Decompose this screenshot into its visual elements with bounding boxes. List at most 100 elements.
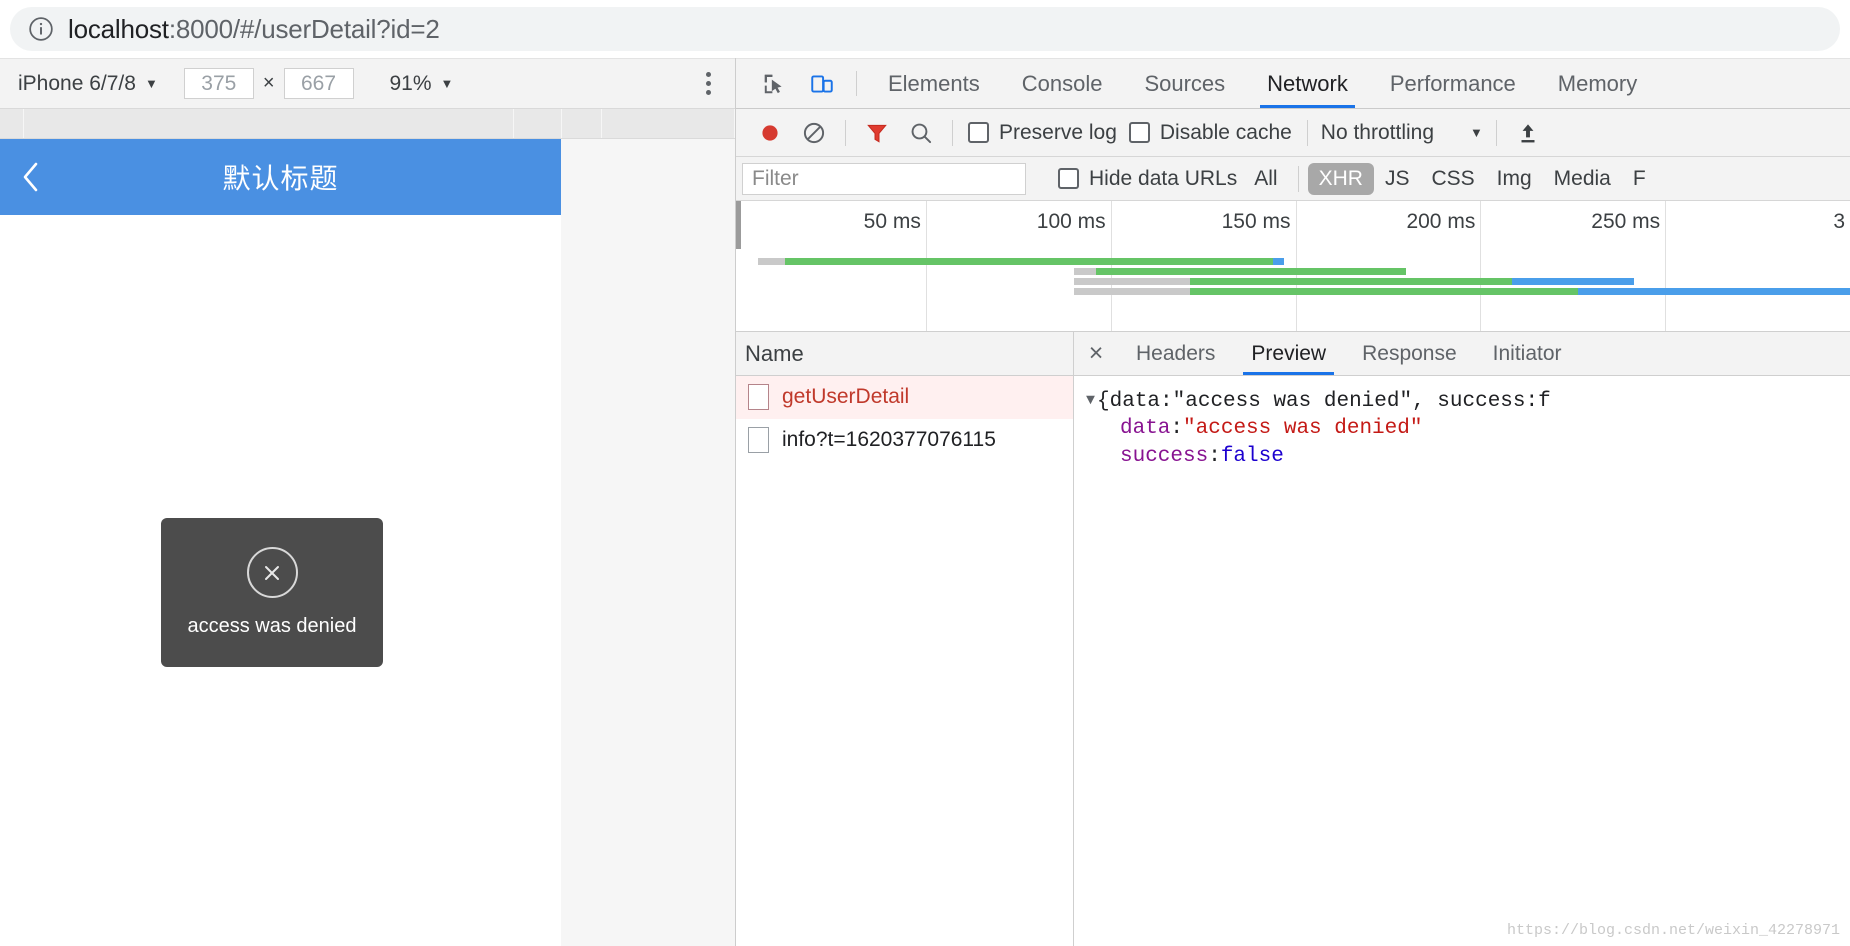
json-key: data	[1120, 417, 1171, 441]
json-summary-prefix: {data:	[1097, 390, 1173, 413]
timeline-tick: 100 ms	[1037, 201, 1112, 331]
checkbox-box	[968, 122, 989, 143]
json-property-row: data: "access was denied"	[1086, 415, 1850, 442]
tab-response[interactable]: Response	[1344, 332, 1475, 375]
clear-network-log-icon[interactable]	[792, 111, 836, 155]
waterfall-segment	[1578, 288, 1850, 295]
chevron-down-icon[interactable]: ▼	[1086, 388, 1095, 414]
tab-label: Console	[1021, 70, 1103, 96]
table-row[interactable]: info?t=1620377076115	[736, 419, 1073, 462]
throttling-select[interactable]: No throttling ▼	[1317, 121, 1487, 145]
main-split: iPhone 6/7/8 ▼ 375 × 667 91% ▼ 默认标题 acce…	[0, 58, 1850, 946]
zoom-select[interactable]: 91% ▼	[390, 72, 454, 96]
ruler-segment	[514, 109, 562, 138]
toolbar-divider	[1297, 165, 1299, 192]
request-list-empty-area	[736, 462, 1073, 946]
waterfall-segment	[1273, 258, 1285, 265]
tab-headers[interactable]: Headers	[1118, 332, 1233, 375]
viewport-backdrop	[561, 139, 735, 946]
json-summary-value: "access was denied"	[1172, 390, 1413, 413]
tab-console[interactable]: Console	[1001, 59, 1124, 108]
app-header-bar: 默认标题	[0, 139, 561, 215]
chevron-down-icon: ▼	[144, 76, 158, 91]
timeline-tick-label: 100 ms	[1036, 210, 1106, 233]
request-name: info?t=1620377076115	[782, 428, 996, 451]
disable-cache-label: Disable cache	[1159, 120, 1292, 144]
device-select[interactable]: iPhone 6/7/8 ▼	[18, 72, 158, 96]
chevron-down-icon: ▼	[1470, 125, 1483, 140]
waterfall-segment	[1073, 288, 1191, 295]
url-path: :8000/#/userDetail?id=2	[168, 13, 440, 44]
filter-type-css[interactable]: CSS	[1420, 163, 1485, 195]
filter-type-xhr[interactable]: XHR	[1307, 162, 1374, 195]
viewport-height-input[interactable]: 667	[283, 68, 354, 99]
tab-memory[interactable]: Memory	[1537, 59, 1658, 108]
request-list-header[interactable]: Name	[736, 332, 1073, 376]
column-header-name: Name	[745, 340, 804, 366]
timeline-tick-label: 200 ms	[1406, 210, 1476, 233]
filter-input[interactable]	[742, 162, 1026, 195]
omnibox[interactable]: localhost:8000/#/userDetail?id=2	[10, 7, 1840, 51]
record-button-icon[interactable]	[748, 111, 792, 155]
tab-performance[interactable]: Performance	[1369, 59, 1537, 108]
back-chevron-icon[interactable]	[16, 162, 46, 192]
tab-label: Sources	[1144, 70, 1226, 96]
waterfall-segment	[757, 258, 786, 265]
document-icon	[748, 427, 769, 453]
filter-type-font[interactable]: F	[1622, 163, 1657, 195]
import-har-icon[interactable]	[1506, 111, 1550, 155]
info-circle-icon[interactable]	[28, 16, 54, 42]
timeline-tick: 200 ms	[1406, 201, 1482, 331]
timeline-tick-label: 50 ms	[863, 210, 921, 233]
viewport-width-input[interactable]: 375	[183, 68, 254, 99]
zoom-select-label: 91%	[389, 71, 432, 95]
toolbar-divider	[952, 119, 953, 146]
device-emulation-pane: iPhone 6/7/8 ▼ 375 × 667 91% ▼ 默认标题 acce…	[0, 58, 736, 946]
filter-funnel-icon[interactable]	[855, 111, 899, 155]
network-toolbar: Preserve log Disable cache No throttling…	[736, 109, 1850, 157]
timeline-tick: 250 ms	[1591, 201, 1667, 331]
filter-type-js[interactable]: JS	[1374, 163, 1421, 195]
dimension-separator: ×	[262, 72, 275, 94]
tab-label: Memory	[1557, 70, 1638, 96]
request-list: Name getUserDetail info?t=1620377076115	[736, 332, 1074, 946]
tab-sources[interactable]: Sources	[1123, 59, 1246, 108]
tab-elements[interactable]: Elements	[867, 59, 1001, 108]
tab-label: Network	[1267, 70, 1348, 96]
preserve-log-checkbox[interactable]: Preserve log	[962, 121, 1123, 145]
tab-preview[interactable]: Preview	[1233, 332, 1344, 375]
hide-data-urls-checkbox[interactable]: Hide data URLs	[1052, 167, 1243, 191]
filter-type-media[interactable]: Media	[1543, 163, 1622, 195]
json-summary-mid: , success:	[1412, 390, 1539, 413]
devtools-tabbar: Elements Console Sources Network Perform…	[736, 58, 1850, 109]
page-title: 默认标题	[222, 163, 339, 194]
table-row[interactable]: getUserDetail	[736, 376, 1073, 419]
timeline-tick-label: 150 ms	[1221, 210, 1291, 233]
url-text: localhost:8000/#/userDetail?id=2	[68, 14, 440, 45]
network-overview-timeline[interactable]: 50 ms 100 ms 150 ms 200 ms 250 ms 3	[736, 201, 1850, 332]
tab-label: Elements	[888, 70, 980, 96]
kebab-menu-icon[interactable]	[696, 66, 721, 101]
waterfall-segment	[1073, 278, 1191, 285]
preserve-log-label: Preserve log	[999, 120, 1117, 144]
search-icon[interactable]	[899, 111, 943, 155]
devtools-panel: Elements Console Sources Network Perform…	[736, 58, 1850, 946]
browser-window: localhost:8000/#/userDetail?id=2 iPhone …	[0, 0, 1850, 946]
disable-cache-checkbox[interactable]: Disable cache	[1123, 121, 1298, 145]
device-select-label: iPhone 6/7/8	[18, 71, 136, 95]
json-summary-line[interactable]: ▼ {data: "access was denied", success: f	[1086, 388, 1850, 415]
toast-message: access was denied	[161, 518, 383, 667]
close-icon[interactable]: ×	[1074, 332, 1118, 375]
device-ruler	[0, 109, 735, 139]
inspect-element-icon[interactable]	[750, 59, 798, 108]
toggle-device-toolbar-icon[interactable]	[798, 59, 846, 108]
json-separator: :	[1208, 444, 1221, 468]
filter-type-img[interactable]: Img	[1486, 163, 1543, 195]
tab-network[interactable]: Network	[1246, 59, 1369, 108]
request-name: getUserDetail	[782, 385, 910, 408]
network-lower-split: Name getUserDetail info?t=1620377076115 …	[736, 332, 1850, 946]
tab-initiator[interactable]: Initiator	[1475, 332, 1580, 375]
circle-x-icon	[246, 547, 298, 598]
filter-type-all[interactable]: All	[1243, 163, 1288, 195]
waterfall-bar	[757, 258, 1285, 265]
